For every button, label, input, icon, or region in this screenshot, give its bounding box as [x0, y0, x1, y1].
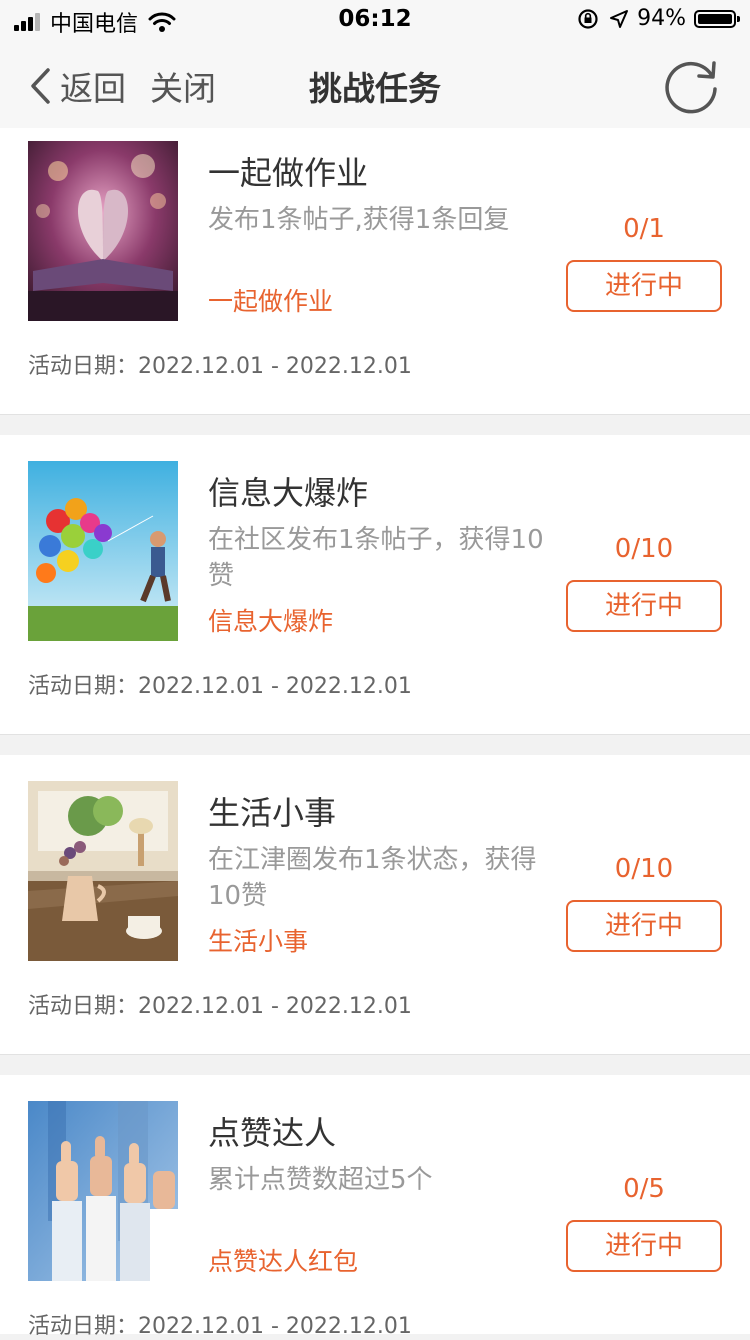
task-reward: 信息大爆炸 [208, 607, 334, 636]
date-range: 2022.12.01 - 2022.12.01 [138, 674, 412, 699]
task-reward: 生活小事 [208, 927, 309, 956]
task-progress: 0/5 [623, 1174, 665, 1204]
page-title: 挑战任务 [309, 69, 441, 108]
task-date: 活动日期：2022.12.01 - 2022.12.01 [28, 668, 412, 700]
task-date: 活动日期：2022.12.01 - 2022.12.01 [28, 1308, 412, 1340]
task-status-button[interactable]: 进行中 [566, 580, 722, 632]
date-range: 2022.12.01 - 2022.12.01 [138, 354, 412, 379]
task-reward: 点赞达人红包 [208, 1247, 359, 1276]
status-right: 94% [577, 6, 740, 31]
task-description: 发布1条帖子,获得1条回复 [208, 205, 510, 235]
task-card[interactable]: 信息大爆炸 在社区发布1条帖子，获得10赞 信息大爆炸 0/10 进行中 活动日… [0, 435, 750, 735]
date-label: 活动日期： [28, 674, 139, 699]
task-thumbnail-flowers [28, 781, 178, 961]
date-label: 活动日期： [28, 354, 139, 379]
task-description: 在江津圈发布1条状态，获得10赞 [208, 845, 537, 911]
task-card[interactable]: 生活小事 在江津圈发布1条状态，获得10赞 生活小事 0/10 进行中 活动日期… [0, 755, 750, 1055]
task-progress: 0/10 [614, 854, 674, 884]
task-title: 信息大爆炸 [208, 474, 369, 512]
task-thumbnail-balloons [28, 461, 178, 641]
nav-bar: 返回 关闭 挑战任务 [0, 40, 750, 129]
task-progress: 0/10 [614, 534, 674, 564]
task-progress: 0/1 [623, 214, 665, 244]
task-date: 活动日期：2022.12.01 - 2022.12.01 [28, 348, 412, 380]
refresh-icon[interactable] [662, 56, 720, 114]
task-card[interactable]: 一起做作业 发布1条帖子,获得1条回复 一起做作业 0/1 进行中 活动日期：2… [0, 128, 750, 415]
task-title: 生活小事 [208, 794, 337, 832]
task-description: 在社区发布1条帖子，获得10赞 [208, 525, 544, 591]
date-range: 2022.12.01 - 2022.12.01 [138, 1314, 412, 1339]
task-status-button[interactable]: 进行中 [566, 1220, 722, 1272]
task-status-button[interactable]: 进行中 [566, 900, 722, 952]
task-reward: 一起做作业 [208, 287, 334, 316]
rotation-lock-icon [578, 8, 598, 29]
battery-icon [694, 9, 740, 28]
task-thumbnail-thumbs-up [28, 1101, 178, 1281]
task-description: 累计点赞数超过5个 [208, 1165, 433, 1195]
battery-percent: 94% [637, 6, 686, 31]
task-card[interactable]: 点赞达人 累计点赞数超过5个 点赞达人红包 0/5 进行中 活动日期：2022.… [0, 1075, 750, 1339]
task-title: 点赞达人 [208, 1114, 337, 1152]
location-icon [610, 9, 629, 28]
task-thumbnail-book [28, 141, 178, 321]
task-status-button[interactable]: 进行中 [566, 260, 722, 312]
date-label: 活动日期： [28, 994, 139, 1019]
task-title: 一起做作业 [208, 154, 369, 192]
status-bar: 中国电信 06:12 94% [0, 0, 750, 40]
date-range: 2022.12.01 - 2022.12.01 [138, 994, 412, 1019]
date-label: 活动日期： [28, 1314, 139, 1339]
task-date: 活动日期：2022.12.01 - 2022.12.01 [28, 988, 412, 1020]
